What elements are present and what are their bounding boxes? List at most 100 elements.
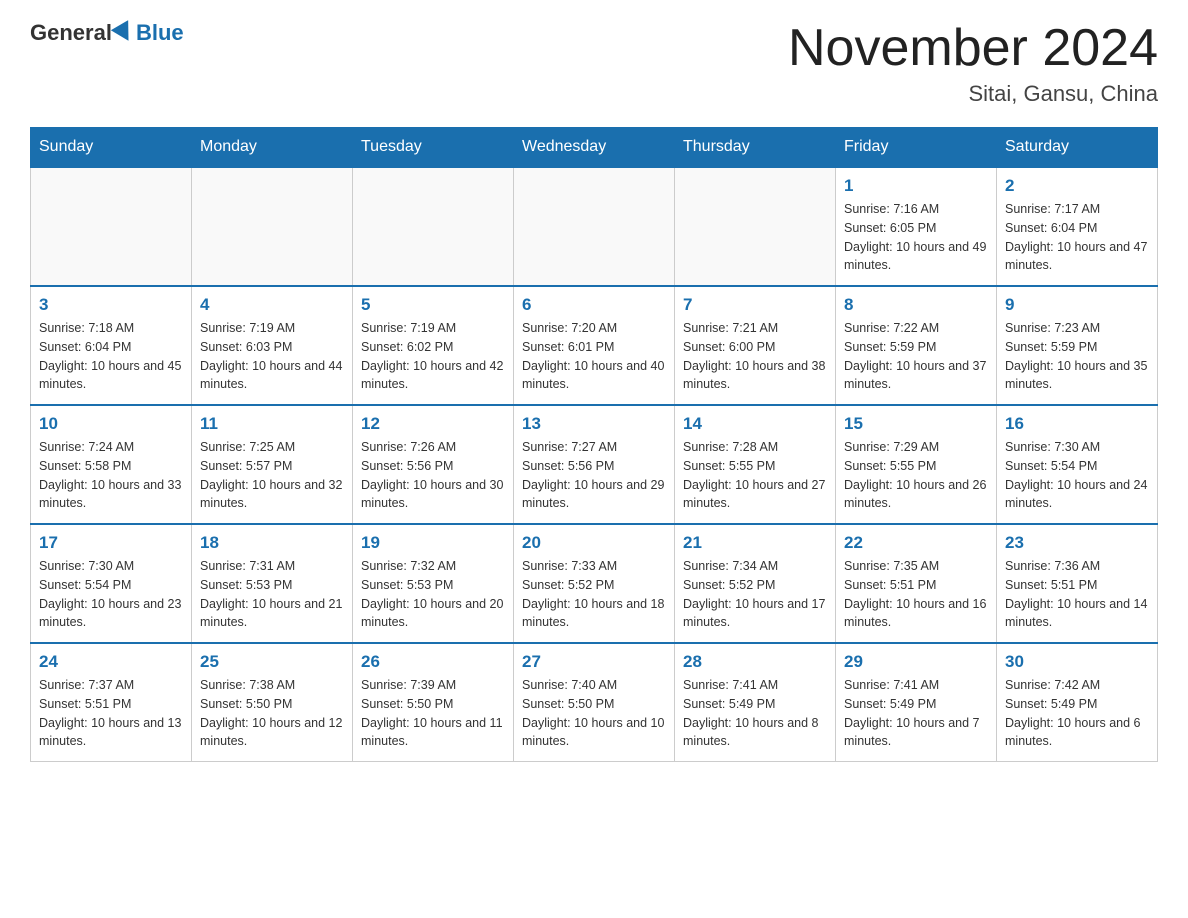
logo-blue-text: Blue <box>136 20 184 46</box>
day-info: Sunrise: 7:41 AMSunset: 5:49 PMDaylight:… <box>683 676 827 751</box>
header-thursday: Thursday <box>675 128 836 168</box>
day-info: Sunrise: 7:39 AMSunset: 5:50 PMDaylight:… <box>361 676 505 751</box>
month-title: November 2024 <box>788 20 1158 77</box>
day-cell: 3 Sunrise: 7:18 AMSunset: 6:04 PMDaylight… <box>31 286 192 405</box>
header-saturday: Saturday <box>997 128 1158 168</box>
day-number: 24 <box>39 652 183 672</box>
day-cell: 5 Sunrise: 7:19 AMSunset: 6:02 PMDaylight… <box>353 286 514 405</box>
header-monday: Monday <box>192 128 353 168</box>
day-number: 25 <box>200 652 344 672</box>
day-cell: 29 Sunrise: 7:41 AMSunset: 5:49 PMDayligh… <box>836 643 997 762</box>
day-cell: 30 Sunrise: 7:42 AMSunset: 5:49 PMDayligh… <box>997 643 1158 762</box>
day-info: Sunrise: 7:29 AMSunset: 5:55 PMDaylight:… <box>844 438 988 513</box>
day-number: 2 <box>1005 176 1149 196</box>
day-cell: 17 Sunrise: 7:30 AMSunset: 5:54 PMDayligh… <box>31 524 192 643</box>
calendar-table: Sunday Monday Tuesday Wednesday Thursday… <box>30 127 1158 762</box>
day-info: Sunrise: 7:26 AMSunset: 5:56 PMDaylight:… <box>361 438 505 513</box>
day-info: Sunrise: 7:40 AMSunset: 5:50 PMDaylight:… <box>522 676 666 751</box>
day-cell: 7Sunrise: 7:21 AMSunset: 6:00 PMDaylight… <box>675 286 836 405</box>
day-number: 14 <box>683 414 827 434</box>
day-number: 16 <box>1005 414 1149 434</box>
day-number: 12 <box>361 414 505 434</box>
day-number: 28 <box>683 652 827 672</box>
header: General Blue November 2024 Sitai, Gansu,… <box>30 20 1158 107</box>
day-number: 20 <box>522 533 666 553</box>
day-cell <box>514 167 675 286</box>
header-friday: Friday <box>836 128 997 168</box>
day-number: 17 <box>39 533 183 553</box>
day-cell: 24 Sunrise: 7:37 AMSunset: 5:51 PMDayligh… <box>31 643 192 762</box>
day-info: Sunrise: 7:25 AMSunset: 5:57 PMDaylight:… <box>200 438 344 513</box>
day-info: Sunrise: 7:22 AMSunset: 5:59 PMDaylight:… <box>844 319 988 394</box>
day-info: Sunrise: 7:24 AMSunset: 5:58 PMDaylight:… <box>39 438 183 513</box>
week-row-1: 1Sunrise: 7:16 AMSunset: 6:05 PMDaylight… <box>31 167 1158 286</box>
day-cell: 13 Sunrise: 7:27 AMSunset: 5:56 PMDayligh… <box>514 405 675 524</box>
day-info: Sunrise: 7:23 AMSunset: 5:59 PMDaylight:… <box>1005 319 1149 394</box>
day-info: Sunrise: 7:19 AMSunset: 6:02 PMDaylight:… <box>361 319 505 394</box>
day-number: 1 <box>844 176 988 196</box>
day-cell: 1Sunrise: 7:16 AMSunset: 6:05 PMDaylight… <box>836 167 997 286</box>
day-info: Sunrise: 7:18 AMSunset: 6:04 PMDaylight:… <box>39 319 183 394</box>
day-cell: 23 Sunrise: 7:36 AMSunset: 5:51 PMDayligh… <box>997 524 1158 643</box>
day-number: 13 <box>522 414 666 434</box>
day-number: 23 <box>1005 533 1149 553</box>
day-number: 22 <box>844 533 988 553</box>
day-cell <box>353 167 514 286</box>
day-number: 27 <box>522 652 666 672</box>
day-cell: 8 Sunrise: 7:22 AMSunset: 5:59 PMDaylight… <box>836 286 997 405</box>
day-info: Sunrise: 7:30 AMSunset: 5:54 PMDaylight:… <box>39 557 183 632</box>
day-info: Sunrise: 7:20 AMSunset: 6:01 PMDaylight:… <box>522 319 666 394</box>
week-row-2: 3 Sunrise: 7:18 AMSunset: 6:04 PMDaylight… <box>31 286 1158 405</box>
logo-triangle-icon <box>111 20 137 46</box>
day-number: 15 <box>844 414 988 434</box>
day-cell: 28 Sunrise: 7:41 AMSunset: 5:49 PMDayligh… <box>675 643 836 762</box>
day-cell: 11 Sunrise: 7:25 AMSunset: 5:57 PMDayligh… <box>192 405 353 524</box>
day-cell: 12 Sunrise: 7:26 AMSunset: 5:56 PMDayligh… <box>353 405 514 524</box>
day-info: Sunrise: 7:32 AMSunset: 5:53 PMDaylight:… <box>361 557 505 632</box>
day-cell: 19 Sunrise: 7:32 AMSunset: 5:53 PMDayligh… <box>353 524 514 643</box>
day-info: Sunrise: 7:41 AMSunset: 5:49 PMDaylight:… <box>844 676 988 751</box>
title-area: November 2024 Sitai, Gansu, China <box>788 20 1158 107</box>
day-number: 4 <box>200 295 344 315</box>
header-sunday: Sunday <box>31 128 192 168</box>
day-info: Sunrise: 7:36 AMSunset: 5:51 PMDaylight:… <box>1005 557 1149 632</box>
day-info: Sunrise: 7:27 AMSunset: 5:56 PMDaylight:… <box>522 438 666 513</box>
day-cell: 2 Sunrise: 7:17 AMSunset: 6:04 PMDaylight… <box>997 167 1158 286</box>
day-number: 26 <box>361 652 505 672</box>
day-number: 19 <box>361 533 505 553</box>
day-info: Sunrise: 7:17 AMSunset: 6:04 PMDaylight:… <box>1005 200 1149 275</box>
day-info: Sunrise: 7:19 AMSunset: 6:03 PMDaylight:… <box>200 319 344 394</box>
day-number: 30 <box>1005 652 1149 672</box>
day-info: Sunrise: 7:38 AMSunset: 5:50 PMDaylight:… <box>200 676 344 751</box>
week-row-4: 17 Sunrise: 7:30 AMSunset: 5:54 PMDayligh… <box>31 524 1158 643</box>
day-number: 8 <box>844 295 988 315</box>
week-row-3: 10Sunrise: 7:24 AMSunset: 5:58 PMDayligh… <box>31 405 1158 524</box>
day-info: Sunrise: 7:37 AMSunset: 5:51 PMDaylight:… <box>39 676 183 751</box>
day-cell <box>31 167 192 286</box>
day-cell: 16 Sunrise: 7:30 AMSunset: 5:54 PMDayligh… <box>997 405 1158 524</box>
day-info: Sunrise: 7:31 AMSunset: 5:53 PMDaylight:… <box>200 557 344 632</box>
day-cell: 21 Sunrise: 7:34 AMSunset: 5:52 PMDayligh… <box>675 524 836 643</box>
logo: General Blue <box>30 20 184 46</box>
day-number: 3 <box>39 295 183 315</box>
day-header-row: Sunday Monday Tuesday Wednesday Thursday… <box>31 128 1158 168</box>
day-cell: 25 Sunrise: 7:38 AMSunset: 5:50 PMDayligh… <box>192 643 353 762</box>
day-cell <box>192 167 353 286</box>
day-cell: 4 Sunrise: 7:19 AMSunset: 6:03 PMDaylight… <box>192 286 353 405</box>
location: Sitai, Gansu, China <box>788 81 1158 107</box>
day-number: 11 <box>200 414 344 434</box>
day-number: 29 <box>844 652 988 672</box>
day-info: Sunrise: 7:42 AMSunset: 5:49 PMDaylight:… <box>1005 676 1149 751</box>
day-cell: 10Sunrise: 7:24 AMSunset: 5:58 PMDayligh… <box>31 405 192 524</box>
day-info: Sunrise: 7:21 AMSunset: 6:00 PMDaylight:… <box>683 319 827 394</box>
day-cell: 18 Sunrise: 7:31 AMSunset: 5:53 PMDayligh… <box>192 524 353 643</box>
week-row-5: 24 Sunrise: 7:37 AMSunset: 5:51 PMDayligh… <box>31 643 1158 762</box>
day-number: 6 <box>522 295 666 315</box>
day-number: 18 <box>200 533 344 553</box>
day-number: 21 <box>683 533 827 553</box>
day-info: Sunrise: 7:30 AMSunset: 5:54 PMDaylight:… <box>1005 438 1149 513</box>
day-cell: 6 Sunrise: 7:20 AMSunset: 6:01 PMDaylight… <box>514 286 675 405</box>
day-number: 5 <box>361 295 505 315</box>
day-info: Sunrise: 7:34 AMSunset: 5:52 PMDaylight:… <box>683 557 827 632</box>
day-cell <box>675 167 836 286</box>
